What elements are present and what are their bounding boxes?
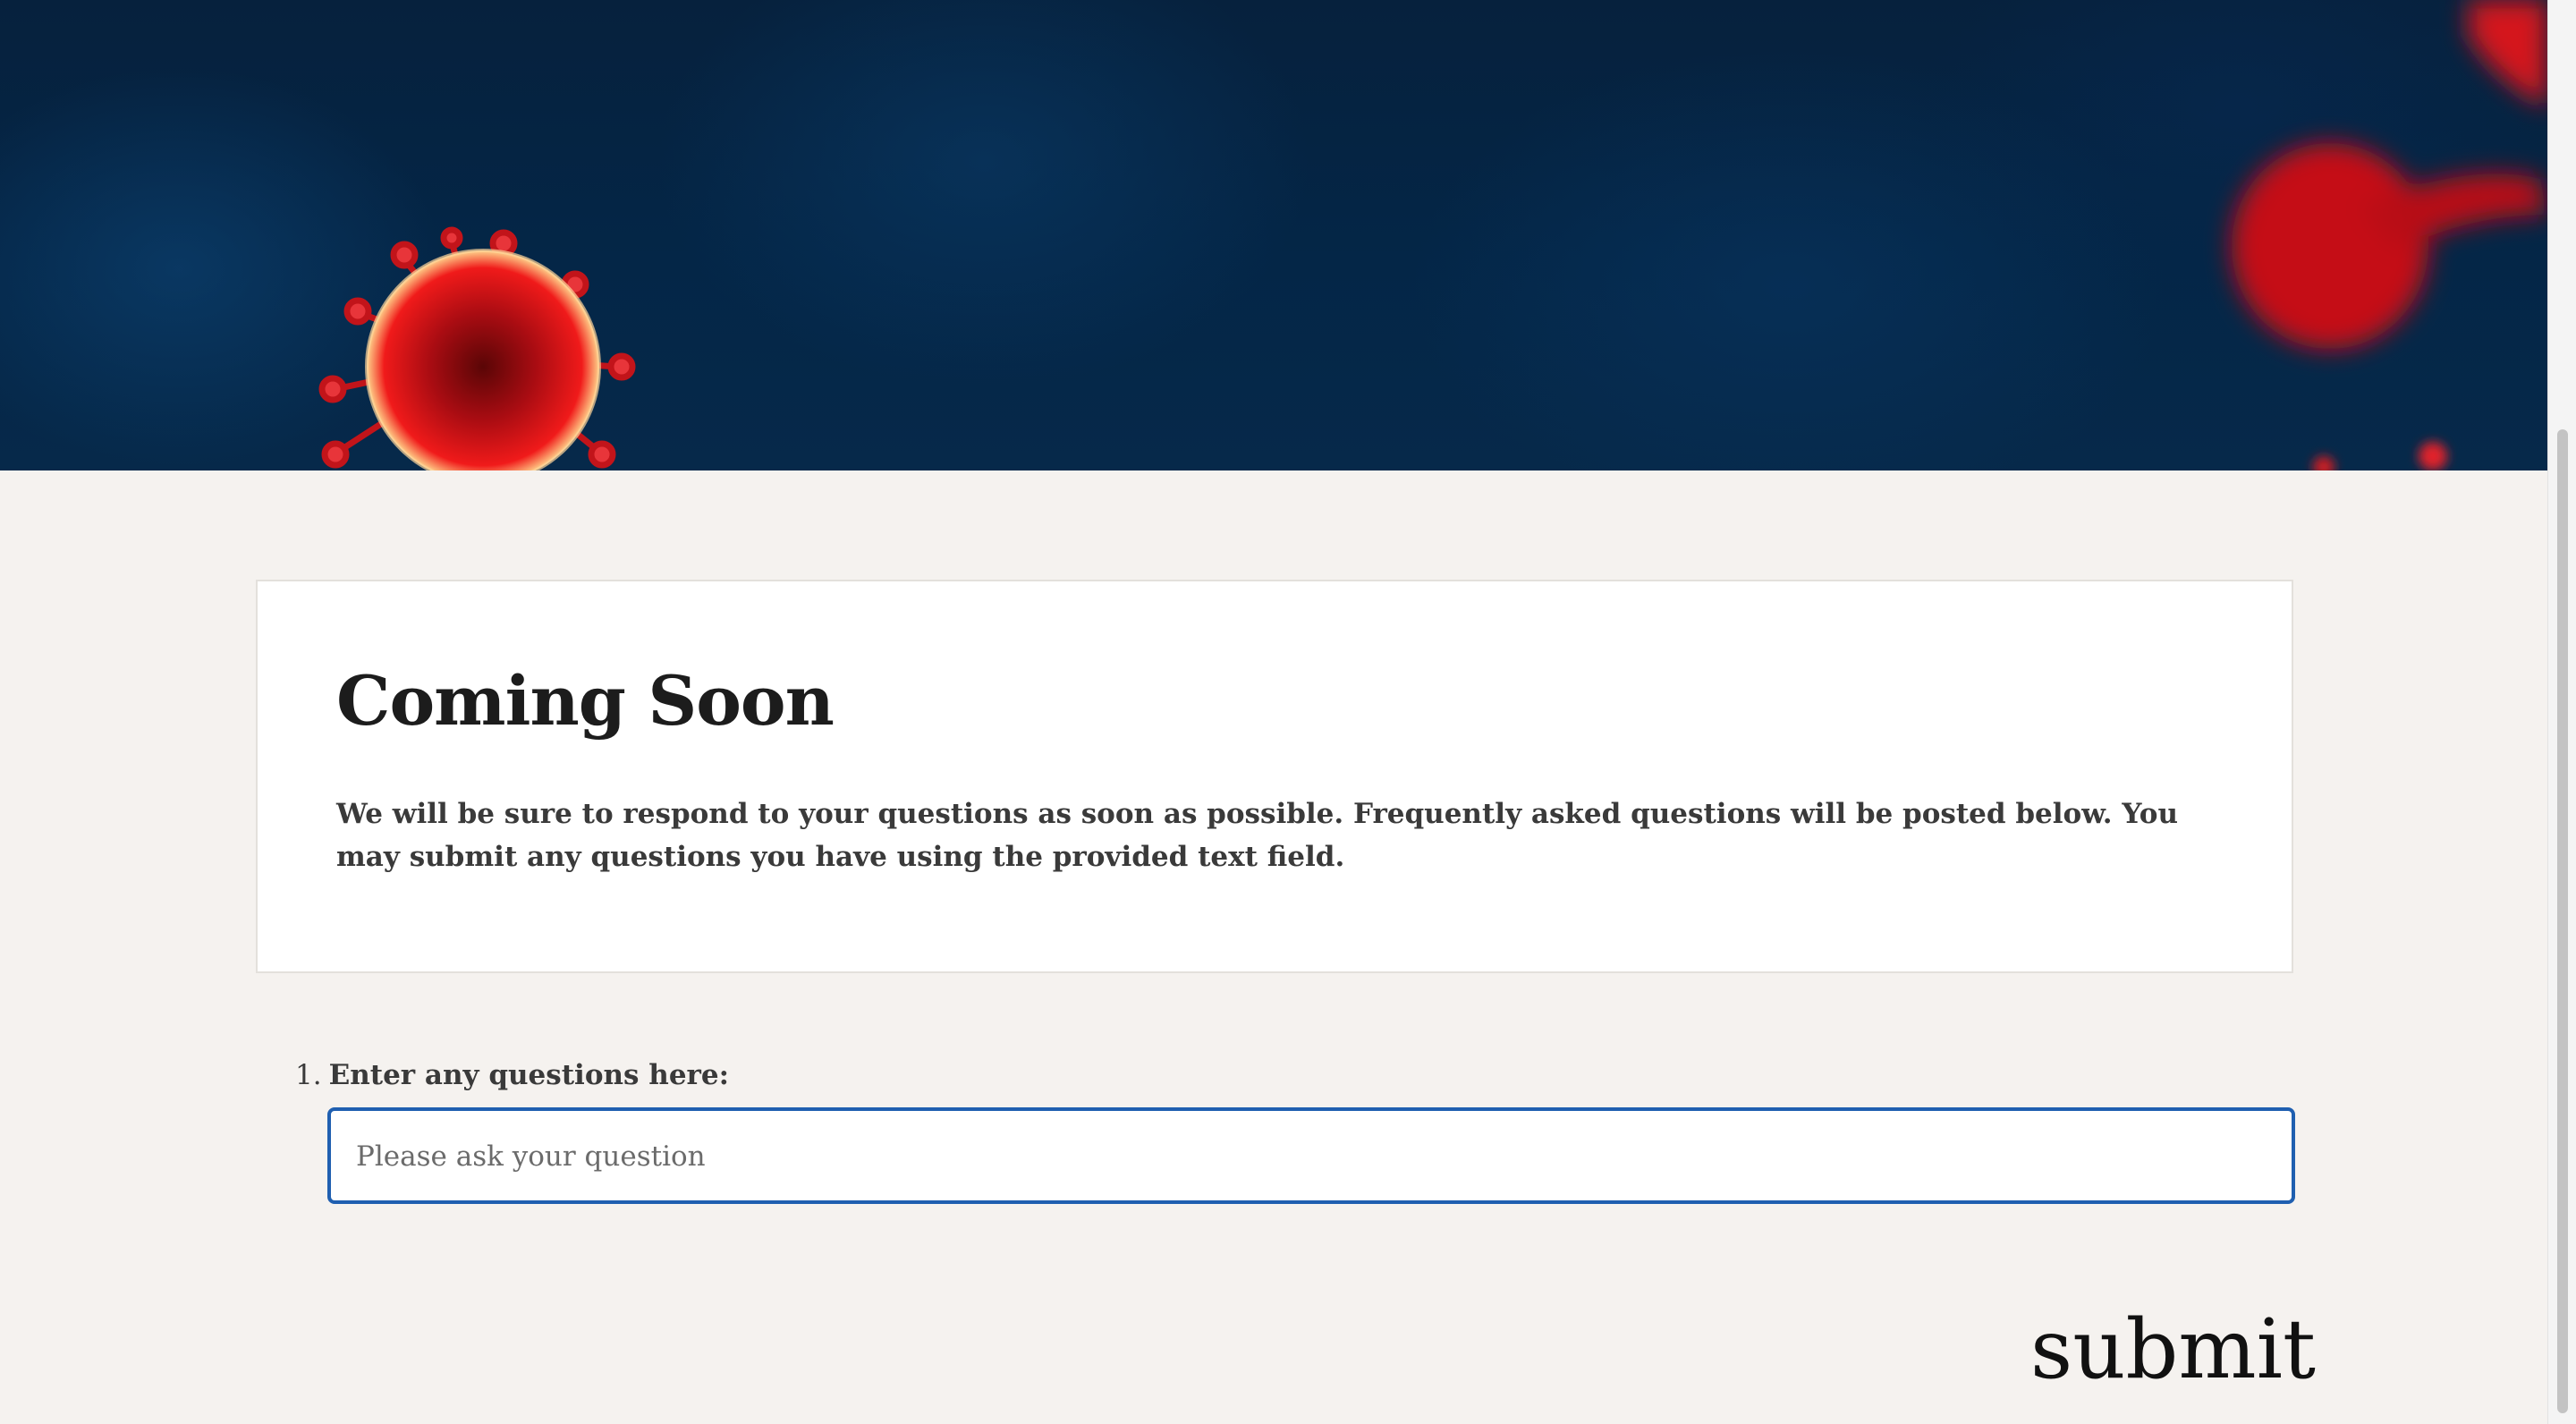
- question-label: 1. Enter any questions here:: [295, 1059, 729, 1091]
- question-number: 1.: [295, 1059, 322, 1091]
- page-title: Coming Soon: [336, 661, 835, 741]
- card-description: We will be sure to respond to your quest…: [336, 798, 2179, 873]
- virus-left: [318, 226, 636, 470]
- virus-illustration: [318, 0, 2547, 470]
- virus-right-dots: [2313, 442, 2447, 470]
- coming-soon-card: Coming Soon We will be sure to respond t…: [256, 580, 2293, 973]
- question-input[interactable]: [354, 1129, 2254, 1184]
- page: Coming Soon We will be sure to respond t…: [0, 0, 2576, 1424]
- hero-banner-image: [0, 0, 2547, 470]
- question-label-text: Enter any questions here:: [328, 1059, 730, 1091]
- submit-button[interactable]: submit: [2030, 1295, 2316, 1403]
- virus-right-blurred: [2232, 0, 2547, 349]
- vertical-scrollbar[interactable]: [2547, 0, 2576, 1424]
- scrollbar-thumb[interactable]: [2557, 429, 2568, 1413]
- question-input-wrapper: [327, 1107, 2295, 1204]
